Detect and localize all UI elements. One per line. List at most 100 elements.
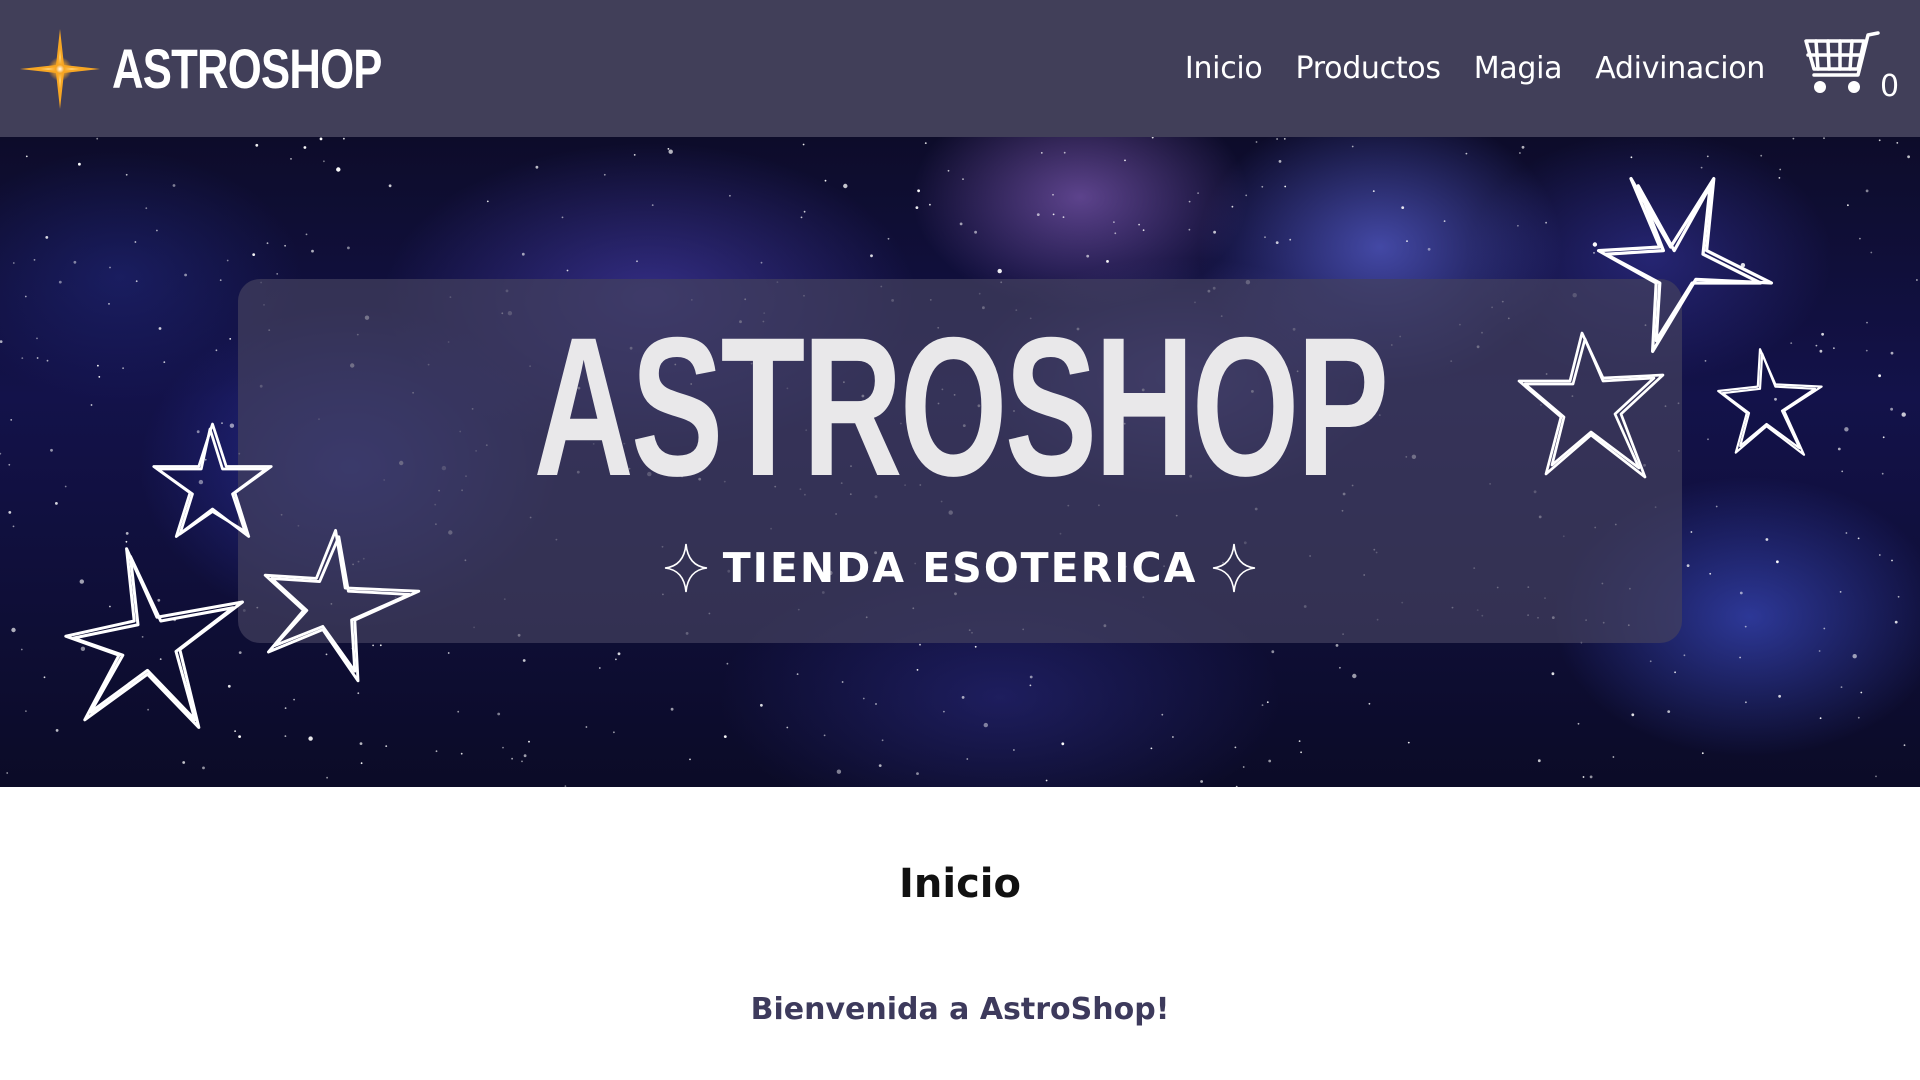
background-star (1844, 427, 1849, 432)
background-star (25, 155, 28, 158)
background-star (1465, 152, 1468, 155)
background-star (1368, 702, 1371, 705)
background-star (919, 643, 921, 646)
background-star (823, 734, 826, 737)
background-star (388, 184, 392, 188)
background-star (97, 364, 99, 367)
background-star (1612, 756, 1615, 758)
background-star (561, 216, 564, 219)
background-star (284, 735, 287, 737)
background-star (1704, 360, 1707, 362)
background-star (862, 697, 865, 700)
background-star (1907, 155, 1910, 159)
background-star (36, 337, 38, 340)
background-star (878, 764, 882, 767)
background-star (1707, 438, 1709, 441)
background-star (1916, 279, 1918, 281)
background-star (1649, 660, 1652, 663)
background-star (36, 357, 39, 359)
cart-button[interactable]: 0 (1798, 29, 1900, 109)
background-star (172, 184, 176, 187)
background-star (134, 241, 137, 243)
background-star (447, 652, 450, 654)
background-star (8, 511, 12, 514)
background-star (511, 757, 513, 760)
background-star (1690, 531, 1693, 533)
background-star (336, 167, 341, 172)
background-star (1517, 224, 1519, 227)
doodle-star-icon (1717, 348, 1823, 456)
background-star (966, 758, 969, 760)
background-star (303, 146, 307, 149)
background-star (843, 183, 848, 189)
background-star (1857, 716, 1860, 719)
background-star (802, 143, 805, 146)
background-star (215, 349, 218, 352)
background-star (435, 750, 438, 753)
background-star (689, 758, 691, 761)
background-star (1142, 229, 1145, 232)
background-star (1890, 407, 1893, 411)
background-star (598, 667, 601, 669)
background-star (1582, 776, 1585, 778)
background-star (1823, 137, 1825, 140)
background-star (457, 710, 460, 713)
background-star (6, 772, 9, 774)
background-star (943, 710, 945, 713)
background-star (760, 703, 763, 707)
background-star (1821, 332, 1824, 336)
nav-item-inicio[interactable]: Inicio (1185, 51, 1263, 86)
cart-count: 0 (1880, 68, 1900, 104)
background-star (24, 295, 27, 298)
background-star (535, 165, 539, 169)
background-star (929, 203, 931, 206)
background-star (98, 376, 101, 378)
background-star (276, 273, 279, 275)
background-star (1268, 759, 1272, 763)
background-star (1040, 152, 1043, 154)
background-star (1052, 193, 1054, 196)
background-star (357, 692, 360, 695)
background-star (1878, 374, 1881, 378)
background-star (1674, 671, 1676, 674)
background-star (564, 785, 567, 787)
background-star (726, 662, 729, 665)
background-star (1197, 192, 1199, 194)
background-star (1881, 472, 1884, 475)
background-star (924, 142, 927, 144)
background-star (1745, 701, 1747, 704)
background-star (1882, 436, 1885, 439)
background-star (1161, 713, 1164, 716)
background-star (1866, 321, 1868, 324)
brand-link[interactable]: ASTROSHOP (18, 27, 382, 111)
background-star (1744, 625, 1747, 628)
background-star (460, 752, 463, 755)
nav-item-productos[interactable]: Productos (1296, 51, 1442, 86)
background-star (1188, 228, 1191, 231)
background-star (1706, 155, 1709, 158)
background-star (64, 485, 67, 488)
background-star (1833, 347, 1835, 350)
background-star (1890, 351, 1894, 355)
nav-item-magia[interactable]: Magia (1474, 51, 1563, 86)
background-star (1683, 654, 1686, 657)
background-star (1819, 717, 1822, 720)
background-star (1061, 742, 1065, 746)
four-point-star-icon (20, 28, 100, 109)
background-star (135, 280, 138, 283)
background-star (1865, 189, 1869, 193)
background-star (308, 736, 313, 741)
background-star (20, 648, 23, 651)
background-star (1551, 672, 1555, 676)
background-star (1631, 713, 1635, 717)
background-star (11, 627, 16, 633)
background-star (1086, 254, 1090, 258)
background-star (226, 259, 229, 262)
background-star (870, 254, 873, 258)
background-star (1271, 650, 1275, 654)
background-star (219, 279, 222, 282)
background-star (1857, 537, 1860, 540)
background-star (0, 340, 3, 343)
background-star (122, 367, 124, 370)
nav-item-adivinacion[interactable]: Adivinacion (1595, 51, 1765, 86)
